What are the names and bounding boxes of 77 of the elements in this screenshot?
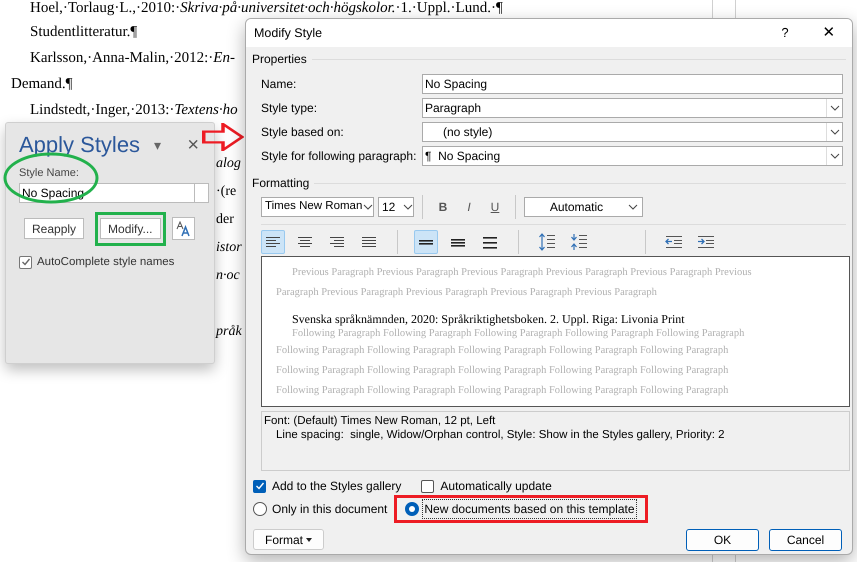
chevron-icon bbox=[363, 204, 373, 210]
italic-button[interactable]: I bbox=[457, 198, 481, 216]
align-button[interactable] bbox=[261, 230, 285, 254]
chevron-icon bbox=[830, 105, 840, 111]
preview-text: Previous Paragraph Previous Paragraph Previous Paragraph Previous Paragraph Previous Paragraph Previous bbox=[291, 266, 752, 280]
paragraph-spacing-icon bbox=[570, 233, 588, 251]
arrow-drawing bbox=[202, 123, 244, 151]
align-center-icon bbox=[297, 236, 313, 248]
radio-label: Only in this document bbox=[271, 501, 388, 518]
document-text: ·(re bbox=[216, 184, 236, 199]
modify-button[interactable]: Modify... bbox=[100, 218, 160, 239]
align-justify-icon bbox=[361, 236, 377, 248]
dropdown[interactable]: (no style) bbox=[422, 122, 843, 142]
chevron-icon bbox=[628, 204, 638, 210]
bold-button[interactable]: B bbox=[431, 198, 455, 216]
font-dropdown[interactable]: Times New Roman bbox=[261, 197, 374, 217]
checkbox-label: Add to the Styles gallery bbox=[272, 478, 402, 495]
line-spacing-button[interactable] bbox=[414, 230, 438, 254]
chevron-icon bbox=[830, 129, 840, 135]
checkbox[interactable] bbox=[19, 256, 32, 269]
section-heading: Properties bbox=[252, 51, 307, 68]
checkbox[interactable] bbox=[253, 480, 266, 492]
format-button[interactable]: Format bbox=[253, 529, 324, 550]
chevron-icon bbox=[403, 204, 413, 210]
align-right-icon bbox=[329, 236, 345, 248]
chevron-icon bbox=[830, 153, 840, 159]
style-description: Font: (Default) Times New Roman, 12 pt, Left Line spacing: single, Widow/Orphan control, Style: Show in the Styles gallery, Priority: 2 bbox=[261, 411, 850, 471]
preview-text: Paragraph Previous Paragraph Previous Paragraph Previous Paragraph Previous Paragraph bbox=[276, 286, 657, 300]
preview-text: Following Paragraph Following Paragraph Following Paragraph Following Paragraph Following Paragraph bbox=[276, 344, 728, 358]
field-label: Name: bbox=[260, 76, 298, 93]
section-heading: Formatting bbox=[252, 175, 310, 192]
ok-button[interactable]: OK bbox=[686, 528, 759, 550]
document-text: Karlsson,·Anna-Malin,·2012:·En- bbox=[30, 50, 235, 66]
increase-indent-icon bbox=[697, 235, 715, 249]
styles-icon bbox=[175, 220, 191, 236]
underline-button[interactable]: U bbox=[483, 198, 507, 216]
checkbox[interactable] bbox=[421, 480, 434, 492]
pane-menu-button[interactable]: ▾ bbox=[154, 138, 162, 152]
font-size-dropdown[interactable]: 12 bbox=[378, 197, 414, 217]
close-button[interactable]: × bbox=[187, 135, 199, 155]
radio-button[interactable] bbox=[253, 502, 267, 516]
font-color-dropdown[interactable]: Automatic bbox=[524, 197, 643, 217]
field-label: Style type: bbox=[260, 100, 318, 117]
field-label: Style Name: bbox=[19, 166, 79, 181]
close-button[interactable]: ✕ bbox=[814, 22, 844, 44]
decrease-indent-icon bbox=[665, 235, 683, 249]
field-label: Style for following paragraph: bbox=[260, 148, 418, 165]
preview-sample: Svenska språknämnden, 2020: Språkriktighetsboken. 2. Uppl. Riga: Livonia Print bbox=[291, 311, 685, 327]
cancel-button[interactable]: Cancel bbox=[769, 528, 842, 550]
caret-icon bbox=[306, 538, 312, 542]
document-text: Hoel,·Torlaug·L.,·2010:·Skriva·på·universitet·och·högskolor.·1.·Uppl.·Lund.·¶ bbox=[30, 0, 503, 16]
dropdown[interactable]: Paragraph bbox=[422, 98, 843, 118]
document-text: der bbox=[216, 212, 234, 227]
dialog-title: Modify Style bbox=[254, 24, 322, 42]
paragraph-spacing-icon bbox=[538, 233, 556, 251]
document-text: alog bbox=[216, 156, 241, 171]
field-label: Style based on: bbox=[260, 124, 345, 141]
reapply-button[interactable]: Reapply bbox=[24, 218, 84, 239]
preview-text: Following Paragraph Following Paragraph Following Paragraph Following Paragraph Following Paragraph bbox=[291, 327, 744, 341]
preview-text: Following Paragraph Following Paragraph Following Paragraph Following Paragraph Following Paragraph bbox=[276, 384, 728, 398]
document-text: n·oc bbox=[216, 268, 240, 283]
radio-label: New documents based on this template bbox=[422, 499, 637, 519]
line-spacing-icon bbox=[482, 236, 498, 248]
text-field[interactable]: No Spacing bbox=[422, 74, 843, 94]
document-text: Studentlitteratur.¶ bbox=[30, 24, 138, 40]
preview-text: Following Paragraph Following Paragraph Following Paragraph Following Paragraph Following Paragraph bbox=[276, 364, 728, 378]
dropdown[interactable]: ¶ No Spacing bbox=[422, 146, 843, 166]
align-left-icon bbox=[265, 236, 281, 248]
document-text: Demand.¶ bbox=[11, 76, 72, 92]
document-text: pråk bbox=[216, 324, 242, 339]
document-text: Lindstedt,·Inger,·2013:·Textens·ho bbox=[30, 102, 238, 118]
checkbox-label: Automatically update bbox=[440, 478, 552, 495]
document-text: istor bbox=[216, 240, 242, 255]
help-button[interactable]: ? bbox=[770, 23, 800, 43]
checkbox-label: AutoComplete style names bbox=[37, 254, 174, 270]
radio-button[interactable] bbox=[405, 502, 420, 516]
styles-pane-button[interactable] bbox=[172, 217, 194, 240]
